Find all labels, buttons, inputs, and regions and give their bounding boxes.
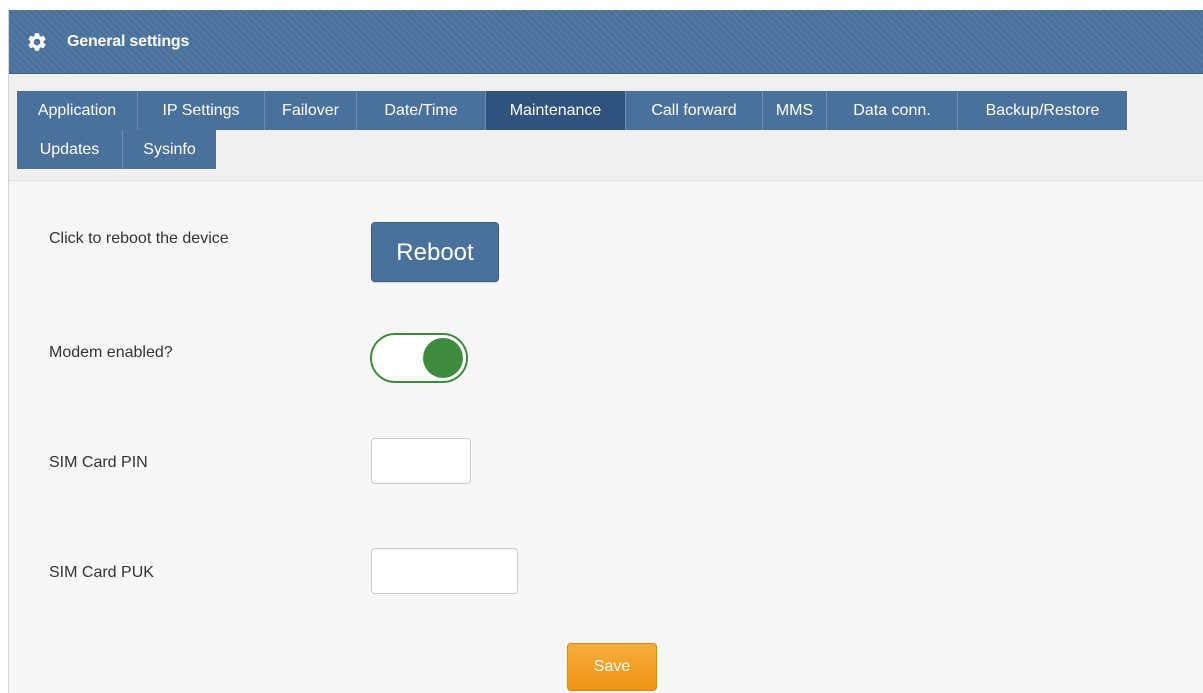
reboot-button[interactable]: Reboot [371,222,499,282]
tab-sysinfo[interactable]: Sysinfo [123,130,216,169]
panel-header: General settings [9,10,1203,74]
sim-pin-input[interactable] [371,438,471,484]
modem-enabled-toggle[interactable] [370,333,468,383]
page-title: General settings [67,33,190,50]
sim-puk-input[interactable] [371,548,518,594]
sim-pin-label: SIM Card PIN [49,454,148,471]
tab-backup-restore[interactable]: Backup/Restore [958,91,1127,130]
maintenance-form: Click to reboot the device Reboot Modem … [9,181,1203,693]
save-button[interactable]: Save [567,643,657,691]
tab-failover[interactable]: Failover [265,91,357,130]
tab-data-conn[interactable]: Data conn. [827,91,958,130]
tab-date-time[interactable]: Date/Time [357,91,486,130]
gear-icon [28,33,46,51]
toggle-knob [423,338,463,378]
tab-updates[interactable]: Updates [17,130,123,169]
tab-bar: Application IP Settings Failover Date/Ti… [9,74,1203,181]
tab-application[interactable]: Application [17,91,138,130]
tab-mms[interactable]: MMS [763,91,827,130]
reboot-label: Click to reboot the device [49,230,229,247]
tab-maintenance[interactable]: Maintenance [486,91,626,130]
tab-ip-settings[interactable]: IP Settings [138,91,265,130]
sim-puk-label: SIM Card PUK [49,564,154,581]
tab-call-forward[interactable]: Call forward [626,91,763,130]
modem-enabled-label: Modem enabled? [49,344,173,361]
settings-panel: General settings Application IP Settings… [8,10,1203,693]
